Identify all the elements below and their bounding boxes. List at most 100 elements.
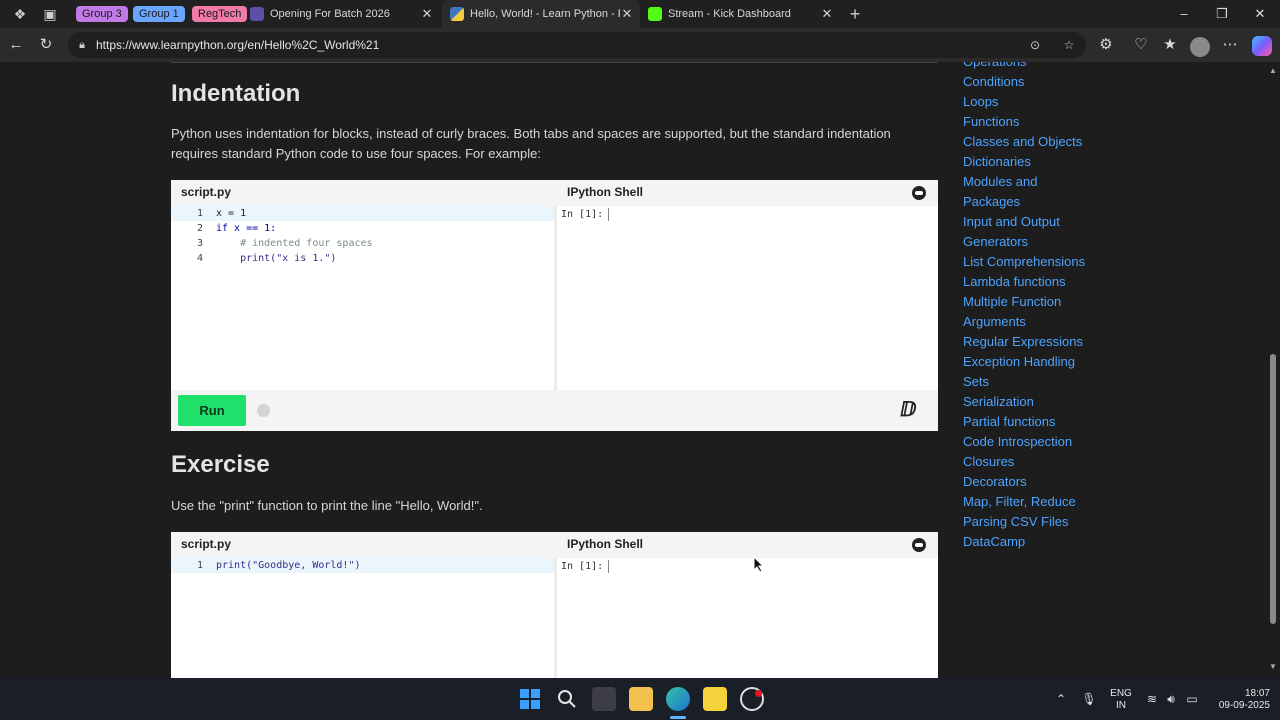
code-line[interactable]: 4 print("x is 1.") (171, 251, 554, 266)
back-arrow-icon[interactable]: ← (6, 35, 26, 55)
profile-avatar[interactable] (1190, 37, 1210, 57)
new-tab-icon[interactable]: + (845, 4, 865, 24)
copilot-icon[interactable] (1252, 36, 1272, 56)
language-indicator[interactable]: ENG IN (1108, 688, 1134, 712)
code-text[interactable]: if x == 1: (216, 221, 276, 236)
scroll-thumb[interactable] (1270, 354, 1276, 624)
refresh-icon[interactable]: ↻ (36, 35, 56, 55)
code-line[interactable]: 1 print("Goodbye, World!") (171, 558, 554, 573)
code-text[interactable]: x = 1 (216, 206, 246, 221)
code-line[interactable]: 1 x = 1 (171, 206, 554, 221)
code-text[interactable]: print("x is 1.") (216, 251, 336, 266)
extensions-icon[interactable]: ⚙ (1096, 35, 1116, 55)
more-options-icon[interactable]: ⋯ (1220, 35, 1240, 55)
lock-icon[interactable]: 🔒︎ (74, 37, 90, 53)
start-menu-icon[interactable] (518, 687, 542, 711)
task-view-icon[interactable] (592, 687, 616, 711)
shell-prompt: In [1]: (561, 209, 604, 220)
volume-icon[interactable]: 🔊︎ (1163, 691, 1179, 707)
favorite-star-icon[interactable]: ☆ (1060, 36, 1078, 54)
clock[interactable]: 18:07 09-09-2025 (1208, 688, 1270, 712)
sidebar-link-partial-functions[interactable]: Partial functions (963, 412, 1056, 432)
sidebar-link-classes-and-objects[interactable]: Classes and Objects (963, 132, 1082, 152)
sidebar-link-modules-and-packages[interactable]: Modules and (963, 172, 1037, 192)
close-tab-icon[interactable]: ✕ (620, 0, 634, 28)
sidebar-link-operations[interactable]: Operations (963, 62, 1027, 72)
page-scrollbar[interactable]: ▲ ▼ (1265, 62, 1280, 678)
address-bar[interactable]: 🔒︎ https://www.learnpython.org/en/Hello%… (68, 32, 1086, 58)
battery-icon[interactable]: ▭ (1184, 691, 1200, 707)
reader-icon[interactable]: ⊙ (1026, 36, 1044, 54)
url-text[interactable]: https://www.learnpython.org/en/Hello%2C_… (96, 32, 379, 58)
sidebar-link-regular-expressions[interactable]: Regular Expressions (963, 332, 1083, 352)
code-text[interactable]: # indented four spaces (216, 236, 372, 251)
shell-tab-label[interactable]: IPython Shell (567, 537, 643, 551)
workspaces-icon[interactable]: ❖ (10, 4, 30, 24)
editor-tab-label[interactable]: script.py (181, 185, 231, 199)
file-explorer-icon[interactable] (629, 687, 653, 711)
sidebar-link-sets[interactable]: Sets (963, 372, 989, 392)
run-button[interactable]: Run (178, 395, 246, 426)
tab-kick-dashboard[interactable]: Stream - Kick Dashboard ✕ (640, 0, 840, 28)
search-icon[interactable] (555, 687, 579, 711)
datacamp-logo-icon[interactable]: ⅅ (900, 398, 924, 422)
favorites-icon[interactable]: ★ (1160, 35, 1180, 55)
sidebar-link-modules-and-packages-2[interactable]: Packages (963, 192, 1020, 212)
browser-toolbar: ← ↻ 🔒︎ https://www.learnpython.org/en/He… (0, 28, 1280, 62)
sidebar-link-dictionaries[interactable]: Dictionaries (963, 152, 1031, 172)
scroll-up-icon[interactable]: ▲ (1268, 66, 1278, 76)
tab-group-chip-group-3[interactable]: Group 3 (76, 6, 128, 22)
active-app-indicator (670, 716, 686, 719)
tab-group-chip-regtech[interactable]: RegTech (192, 6, 248, 22)
sidebar-link-exception-handling[interactable]: Exception Handling (963, 352, 1075, 372)
sidebar-link-input-and-output[interactable]: Input and Output (963, 212, 1060, 232)
sidebar-link-lambda-functions[interactable]: Lambda functions (963, 272, 1066, 292)
tab-actions-icon[interactable]: ▣ (40, 4, 60, 24)
github-icon[interactable] (912, 538, 926, 552)
close-tab-icon[interactable]: ✕ (820, 0, 834, 28)
ipython-shell[interactable]: In [1]: (557, 206, 938, 390)
github-icon[interactable] (912, 186, 926, 200)
browser-essentials-icon[interactable]: ♡ (1131, 35, 1151, 55)
kick-favicon-icon (648, 7, 662, 21)
code-editor[interactable]: 1 x = 1 2 if x == 1: 3 # indented four s… (171, 206, 554, 390)
microphone-icon[interactable]: 🎙︎ (1081, 691, 1097, 707)
sidebar-link-map-filter-reduce[interactable]: Map, Filter, Reduce (963, 492, 1076, 512)
show-hidden-icons-icon[interactable]: ⌃ (1053, 691, 1069, 707)
restore-icon[interactable]: ❐ (1203, 0, 1241, 28)
status-indicator (257, 404, 270, 417)
exercise-heading: Exercise (171, 451, 270, 478)
sidebar-link-parsing-csv-files[interactable]: Parsing CSV Files (963, 512, 1068, 532)
line-number: 4 (196, 253, 203, 264)
code-line[interactable]: 3 # indented four spaces (171, 236, 554, 251)
ipython-shell[interactable]: In [1]: (557, 558, 938, 678)
sidebar-link-multiple-function-arguments-2[interactable]: Arguments (963, 312, 1026, 332)
edge-browser-icon[interactable] (666, 687, 690, 711)
sidebar-link-list-comprehensions[interactable]: List Comprehensions (963, 252, 1085, 272)
sidebar-link-conditions[interactable]: Conditions (963, 72, 1024, 92)
code-text[interactable]: print("Goodbye, World!") (216, 558, 361, 573)
sidebar-link-closures[interactable]: Closures (963, 452, 1014, 472)
sidebar-link-code-introspection[interactable]: Code Introspection (963, 432, 1072, 452)
sidebar-link-serialization[interactable]: Serialization (963, 392, 1034, 412)
sidebar-link-datacamp[interactable]: DataCamp (963, 532, 1025, 552)
sidebar-link-decorators[interactable]: Decorators (963, 472, 1027, 492)
wifi-icon[interactable]: ≋ (1144, 691, 1160, 707)
close-window-icon[interactable]: ✕ (1241, 0, 1279, 28)
close-tab-icon[interactable]: ✕ (420, 0, 434, 28)
tab-group-chip-group-1[interactable]: Group 1 (133, 6, 185, 22)
sidebar-link-functions[interactable]: Functions (963, 112, 1019, 132)
code-line[interactable]: 2 if x == 1: (171, 221, 554, 236)
notification-badge (755, 690, 762, 697)
sidebar-link-generators[interactable]: Generators (963, 232, 1028, 252)
editor-tab-label[interactable]: script.py (181, 537, 231, 551)
scroll-down-icon[interactable]: ▼ (1268, 662, 1278, 672)
shell-tab-label[interactable]: IPython Shell (567, 185, 643, 199)
sticky-notes-icon[interactable] (703, 687, 727, 711)
tab-hello-world[interactable]: Hello, World! - Learn Python - Fre ✕ (442, 0, 640, 28)
sidebar-link-multiple-function-arguments[interactable]: Multiple Function (963, 292, 1061, 312)
tab-opening-for-batch[interactable]: Opening For Batch 2026 ✕ (242, 0, 440, 28)
sidebar-link-loops[interactable]: Loops (963, 92, 998, 112)
code-editor[interactable]: 1 print("Goodbye, World!") (171, 558, 554, 678)
minimize-icon[interactable]: – (1165, 0, 1203, 28)
